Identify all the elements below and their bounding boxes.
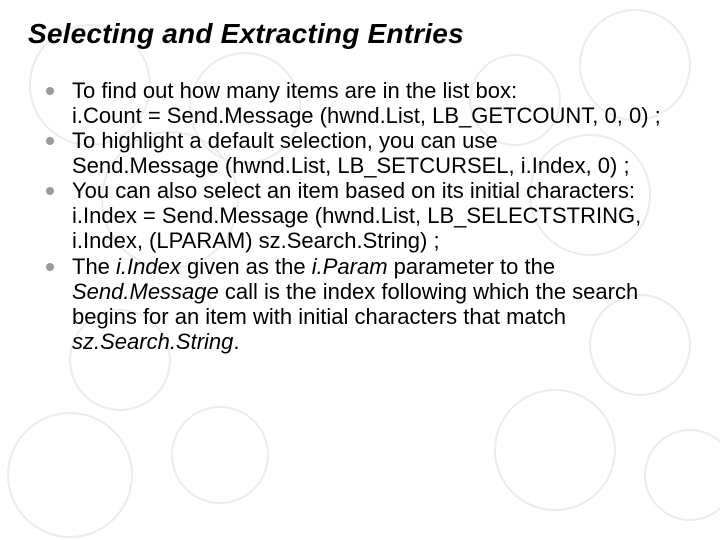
bullet-em: Send.Message [72,279,219,304]
bullet-text: given as the [181,254,312,279]
list-item: To find out how many items are in the li… [42,78,692,128]
bullet-text: The [72,254,116,279]
bullet-text: . [233,329,239,354]
list-item: To highlight a default selection, you ca… [42,128,692,178]
list-item: The i.Index given as the i.Param paramet… [42,254,692,354]
slide: Selecting and Extracting Entries To find… [0,0,720,354]
list-item: You can also select an item based on its… [42,178,692,253]
bullet-code: i.Count = Send.Message (hwnd.List, LB_GE… [72,103,661,128]
bullet-em: i.Param [312,254,388,279]
bullet-lead: To find out how many items are in the li… [72,78,517,103]
bullet-list: To find out how many items are in the li… [42,78,692,354]
bullet-code: Send.Message (hwnd.List, LB_SETCURSEL, i… [72,153,630,178]
bullet-em: sz.Search.String [72,329,233,354]
bullet-em: i.Index [116,254,181,279]
bullet-text: parameter to the [388,254,556,279]
bullet-code: i.Index = Send.Message (hwnd.List, LB_SE… [72,203,641,253]
bullet-lead: To highlight a default selection, you ca… [72,128,498,153]
slide-title: Selecting and Extracting Entries [28,18,692,50]
bullet-lead: You can also select an item based on its… [72,178,635,203]
